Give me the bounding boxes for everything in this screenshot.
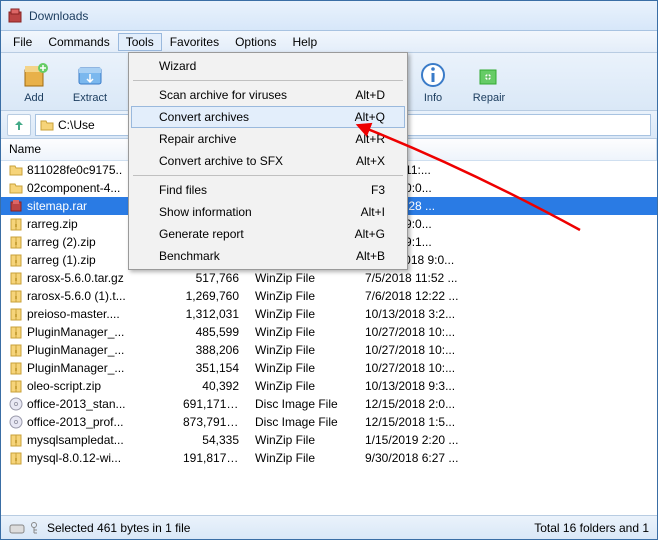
zip-icon [9, 379, 23, 393]
extract-icon [75, 60, 105, 90]
zip-icon [9, 253, 23, 267]
disk-icon [9, 522, 25, 534]
menu-item-find-files[interactable]: Find filesF3 [131, 179, 405, 201]
status-left: Selected 461 bytes in 1 file [47, 521, 190, 535]
zip-icon [9, 433, 23, 447]
info-icon [418, 60, 448, 90]
folder-icon [9, 181, 23, 195]
statusbar: Selected 461 bytes in 1 file Total 16 fo… [1, 515, 657, 539]
extract-button[interactable]: Extract [63, 56, 117, 108]
menu-item-convert-archives[interactable]: Convert archivesAlt+Q [131, 106, 405, 128]
repair-icon [474, 60, 504, 90]
menu-commands[interactable]: Commands [40, 33, 117, 51]
menu-item-show-information[interactable]: Show informationAlt+I [131, 201, 405, 223]
winrar-icon [7, 8, 23, 24]
tools-menu-dropdown: WizardScan archive for virusesAlt+DConve… [128, 52, 408, 270]
file-row[interactable]: office-2013_stan...691,171,328Disc Image… [1, 395, 657, 413]
menu-tools[interactable]: Tools [118, 33, 162, 51]
key-icon [31, 522, 41, 534]
repair-button[interactable]: Repair [462, 56, 516, 108]
menu-item-convert-archive-to-sfx[interactable]: Convert archive to SFXAlt+X [131, 150, 405, 172]
zip-icon [9, 361, 23, 375]
add-icon [19, 60, 49, 90]
file-row[interactable]: mysql-8.0.12-wi...191,817,844WinZip File… [1, 449, 657, 467]
zip-icon [9, 289, 23, 303]
menu-separator [133, 80, 403, 81]
file-row[interactable]: PluginManager_...351,154WinZip File10/27… [1, 359, 657, 377]
add-button[interactable]: Add [7, 56, 61, 108]
menu-item-scan-archive-for-viruses[interactable]: Scan archive for virusesAlt+D [131, 84, 405, 106]
info-button[interactable]: Info [406, 56, 460, 108]
zip-icon [9, 307, 23, 321]
file-row[interactable]: PluginManager_...388,206WinZip File10/27… [1, 341, 657, 359]
menu-file[interactable]: File [5, 33, 40, 51]
menu-separator [133, 175, 403, 176]
file-row[interactable]: mysqlsampledat...54,335WinZip File1/15/2… [1, 431, 657, 449]
folder-icon [9, 163, 23, 177]
zip-icon [9, 325, 23, 339]
file-row[interactable]: office-2013_prof...873,791,488Disc Image… [1, 413, 657, 431]
menu-item-repair-archive[interactable]: Repair archiveAlt+R [131, 128, 405, 150]
file-row[interactable]: rarosx-5.6.0 (1).t...1,269,760WinZip Fil… [1, 287, 657, 305]
menu-item-benchmark[interactable]: BenchmarkAlt+B [131, 245, 405, 267]
iso-icon [9, 397, 23, 411]
menu-help[interactable]: Help [284, 33, 325, 51]
titlebar: Downloads [1, 1, 657, 31]
file-row[interactable]: PluginManager_...485,599WinZip File10/27… [1, 323, 657, 341]
zip-icon [9, 235, 23, 249]
menu-item-generate-report[interactable]: Generate reportAlt+G [131, 223, 405, 245]
zip-icon [9, 271, 23, 285]
file-row[interactable]: rarosx-5.6.0.tar.gz517,766WinZip File7/5… [1, 269, 657, 287]
menu-favorites[interactable]: Favorites [162, 33, 227, 51]
window-title: Downloads [29, 9, 88, 23]
up-button[interactable] [7, 114, 31, 136]
menubar: FileCommandsToolsFavoritesOptionsHelp [1, 31, 657, 53]
zip-icon [9, 451, 23, 465]
zip-icon [9, 217, 23, 231]
status-right: Total 16 folders and 1 [534, 521, 649, 535]
file-row[interactable]: preioso-master....1,312,031WinZip File10… [1, 305, 657, 323]
menu-item-wizard[interactable]: Wizard [131, 55, 405, 77]
up-icon [12, 118, 26, 132]
folder-icon [40, 118, 54, 132]
iso-icon [9, 415, 23, 429]
menu-options[interactable]: Options [227, 33, 284, 51]
rar-icon [9, 199, 23, 213]
zip-icon [9, 343, 23, 357]
file-row[interactable]: oleo-script.zip40,392WinZip File10/13/20… [1, 377, 657, 395]
path-text: C:\Use [58, 118, 95, 132]
